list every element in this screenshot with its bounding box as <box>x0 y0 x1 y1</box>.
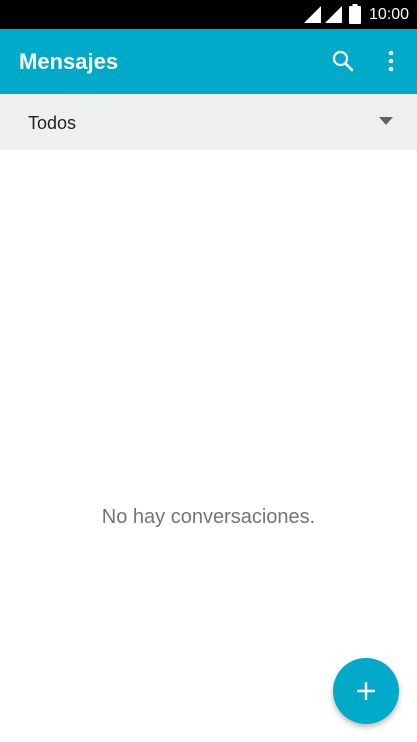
status-bar: 10:00 <box>0 0 417 29</box>
filter-dropdown[interactable]: Todos <box>0 94 417 150</box>
signal-icon <box>325 6 342 23</box>
new-message-button[interactable] <box>333 658 399 724</box>
more-options-button[interactable] <box>377 47 405 75</box>
dropdown-arrow-icon <box>379 117 393 125</box>
plus-icon <box>357 682 375 700</box>
search-icon <box>332 50 354 72</box>
status-time: 10:00 <box>369 6 410 23</box>
empty-state-message: No hay conversaciones. <box>101 506 316 528</box>
battery-icon <box>349 4 361 24</box>
search-button[interactable] <box>329 47 357 75</box>
more-vert-icon <box>388 50 394 72</box>
app-title: Mensajes <box>19 49 119 74</box>
conversation-list: No hay conversaciones. <box>0 150 417 742</box>
signal-icon <box>304 6 321 23</box>
filter-selected-label: Todos <box>28 113 77 133</box>
app-bar: Mensajes <box>0 29 417 94</box>
